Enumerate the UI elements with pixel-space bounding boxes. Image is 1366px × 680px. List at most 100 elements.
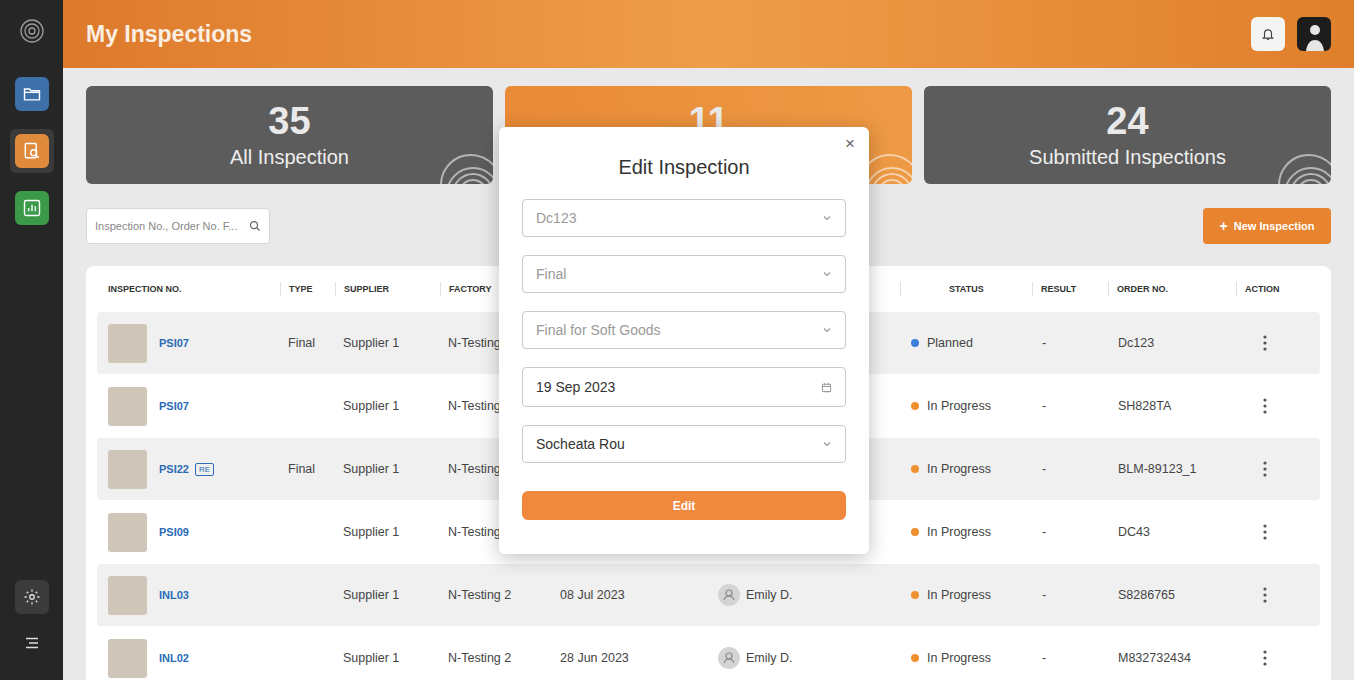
order-cell: SH828TA: [1108, 397, 1236, 416]
fingerprint-icon: [1275, 134, 1331, 184]
select-field[interactable]: Final: [522, 255, 846, 293]
kebab-icon[interactable]: [1263, 523, 1273, 541]
order-cell: M832732434: [1108, 649, 1236, 668]
kebab-icon[interactable]: [1263, 586, 1273, 604]
table-row[interactable]: INL02Supplier 1N-Testing 228 Jun 2023Emi…: [97, 627, 1320, 680]
inspector-name: Emily D.: [746, 586, 793, 605]
status-cell: In Progress: [900, 460, 1032, 479]
column-header[interactable]: SUPPLIER: [335, 282, 440, 296]
summary-card[interactable]: 35All Inspection: [86, 86, 493, 184]
action-cell: [1236, 523, 1320, 541]
supplier-cell: Supplier 1: [335, 649, 440, 668]
main-area: My Inspections35All Inspection1124Submit…: [63, 0, 1354, 680]
action-cell: [1236, 460, 1320, 478]
edit-button[interactable]: Edit: [522, 491, 846, 520]
status-cell: In Progress: [900, 523, 1032, 542]
inspection-link[interactable]: PSI07: [159, 335, 189, 352]
action-cell: [1236, 649, 1320, 667]
supplier-cell: Supplier 1: [335, 523, 440, 542]
search-icon[interactable]: [249, 220, 261, 232]
kebab-icon[interactable]: [1263, 397, 1273, 415]
date-cell: 28 Jun 2023: [552, 649, 710, 668]
order-cell: BLM-89123_1: [1108, 460, 1236, 479]
sidebar-item[interactable]: [10, 72, 54, 116]
status-text: In Progress: [927, 586, 991, 605]
avatar-icon[interactable]: [1297, 17, 1331, 51]
factory-cell: N-Testing 2: [440, 649, 552, 668]
status-cell: In Progress: [900, 586, 1032, 605]
summary-label: Submitted Inspections: [1029, 144, 1226, 170]
kebab-icon[interactable]: [1263, 334, 1273, 352]
inspection-link[interactable]: INL03: [159, 587, 189, 604]
select-field[interactable]: Socheata Rou: [522, 425, 846, 463]
chevron-down-icon[interactable]: [822, 269, 832, 279]
product-image: [108, 387, 147, 426]
chevron-down-icon[interactable]: [822, 439, 832, 449]
result-cell: -: [1032, 523, 1108, 542]
header-actions: [1251, 17, 1331, 51]
type-cell: Final: [280, 334, 335, 353]
scrollbar-track[interactable]: [1354, 0, 1366, 680]
column-header[interactable]: STATUS: [900, 282, 1032, 296]
select-field[interactable]: Final for Soft Goods: [522, 311, 846, 349]
product-image: [108, 576, 147, 615]
kebab-icon[interactable]: [1263, 649, 1273, 667]
summary-card[interactable]: 24Submitted Inspections: [924, 86, 1331, 184]
bell-icon[interactable]: [1251, 17, 1285, 51]
status-text: In Progress: [927, 649, 991, 668]
folder-icon[interactable]: [15, 77, 49, 111]
factory-cell: N-Testing 2: [440, 586, 552, 605]
sidebar-item[interactable]: [10, 129, 54, 173]
inspection-cell: INL02: [97, 639, 280, 678]
dialog-title: Edit Inspection: [522, 155, 846, 180]
field-value: Dc123: [536, 208, 576, 229]
close-button[interactable]: ×: [843, 135, 857, 152]
product-image: [108, 639, 147, 678]
field-value: Final for Soft Goods: [536, 320, 661, 341]
chevron-down-icon[interactable]: [822, 213, 832, 223]
order-cell: S8286765: [1108, 586, 1236, 605]
status-text: In Progress: [927, 460, 991, 479]
chevron-down-icon[interactable]: [822, 325, 832, 335]
status-text: Planned: [927, 334, 973, 353]
column-header[interactable]: RESULT: [1032, 282, 1108, 296]
table-row[interactable]: INL03Supplier 1N-Testing 208 Jul 2023Emi…: [97, 564, 1320, 626]
inspection-icon[interactable]: [15, 134, 49, 168]
summary-count: 35: [268, 100, 310, 144]
edit-inspection-dialog: × Edit Inspection Dc123 Final Final for Soft…: [499, 127, 869, 554]
inspection-link[interactable]: INL02: [159, 650, 189, 667]
calendar-icon[interactable]: [821, 382, 832, 393]
column-header[interactable]: ORDER NO.: [1108, 282, 1236, 296]
sidebar-item[interactable]: [10, 186, 54, 230]
field-value: Final: [536, 264, 566, 285]
inspection-cell: PSI09: [97, 513, 280, 552]
action-cell: [1236, 397, 1320, 415]
inspection-link[interactable]: PSI22: [159, 461, 189, 478]
column-header[interactable]: ACTION: [1236, 282, 1320, 296]
inspection-cell: PSI22 RE: [97, 450, 280, 489]
re-badge: RE: [195, 463, 214, 476]
inspection-link[interactable]: PSI07: [159, 398, 189, 415]
search-input[interactable]: [95, 218, 243, 235]
date-field[interactable]: 19 Sep 2023: [522, 367, 846, 407]
status-cell: In Progress: [900, 649, 1032, 668]
menu-icon[interactable]: [15, 626, 49, 660]
search-box[interactable]: [86, 208, 270, 244]
chart-icon[interactable]: [15, 191, 49, 225]
select-field[interactable]: Dc123: [522, 199, 846, 237]
column-header[interactable]: INSPECTION NO.: [97, 282, 280, 296]
inspection-link[interactable]: PSI09: [159, 524, 189, 541]
summary-label: All Inspection: [230, 144, 349, 170]
kebab-icon[interactable]: [1263, 460, 1273, 478]
column-header[interactable]: TYPE: [280, 282, 335, 296]
sidebar: [0, 0, 63, 680]
supplier-cell: Supplier 1: [335, 460, 440, 479]
new-inspection-label: New Inspection: [1234, 218, 1315, 235]
order-cell: Dc123: [1108, 334, 1236, 353]
status-dot: [911, 339, 919, 347]
gear-icon[interactable]: [15, 580, 49, 614]
inspection-cell: PSI07: [97, 387, 280, 426]
new-inspection-button[interactable]: +New Inspection: [1203, 208, 1331, 244]
fingerprint-icon: [437, 134, 493, 184]
field-value: 19 Sep 2023: [536, 377, 615, 398]
